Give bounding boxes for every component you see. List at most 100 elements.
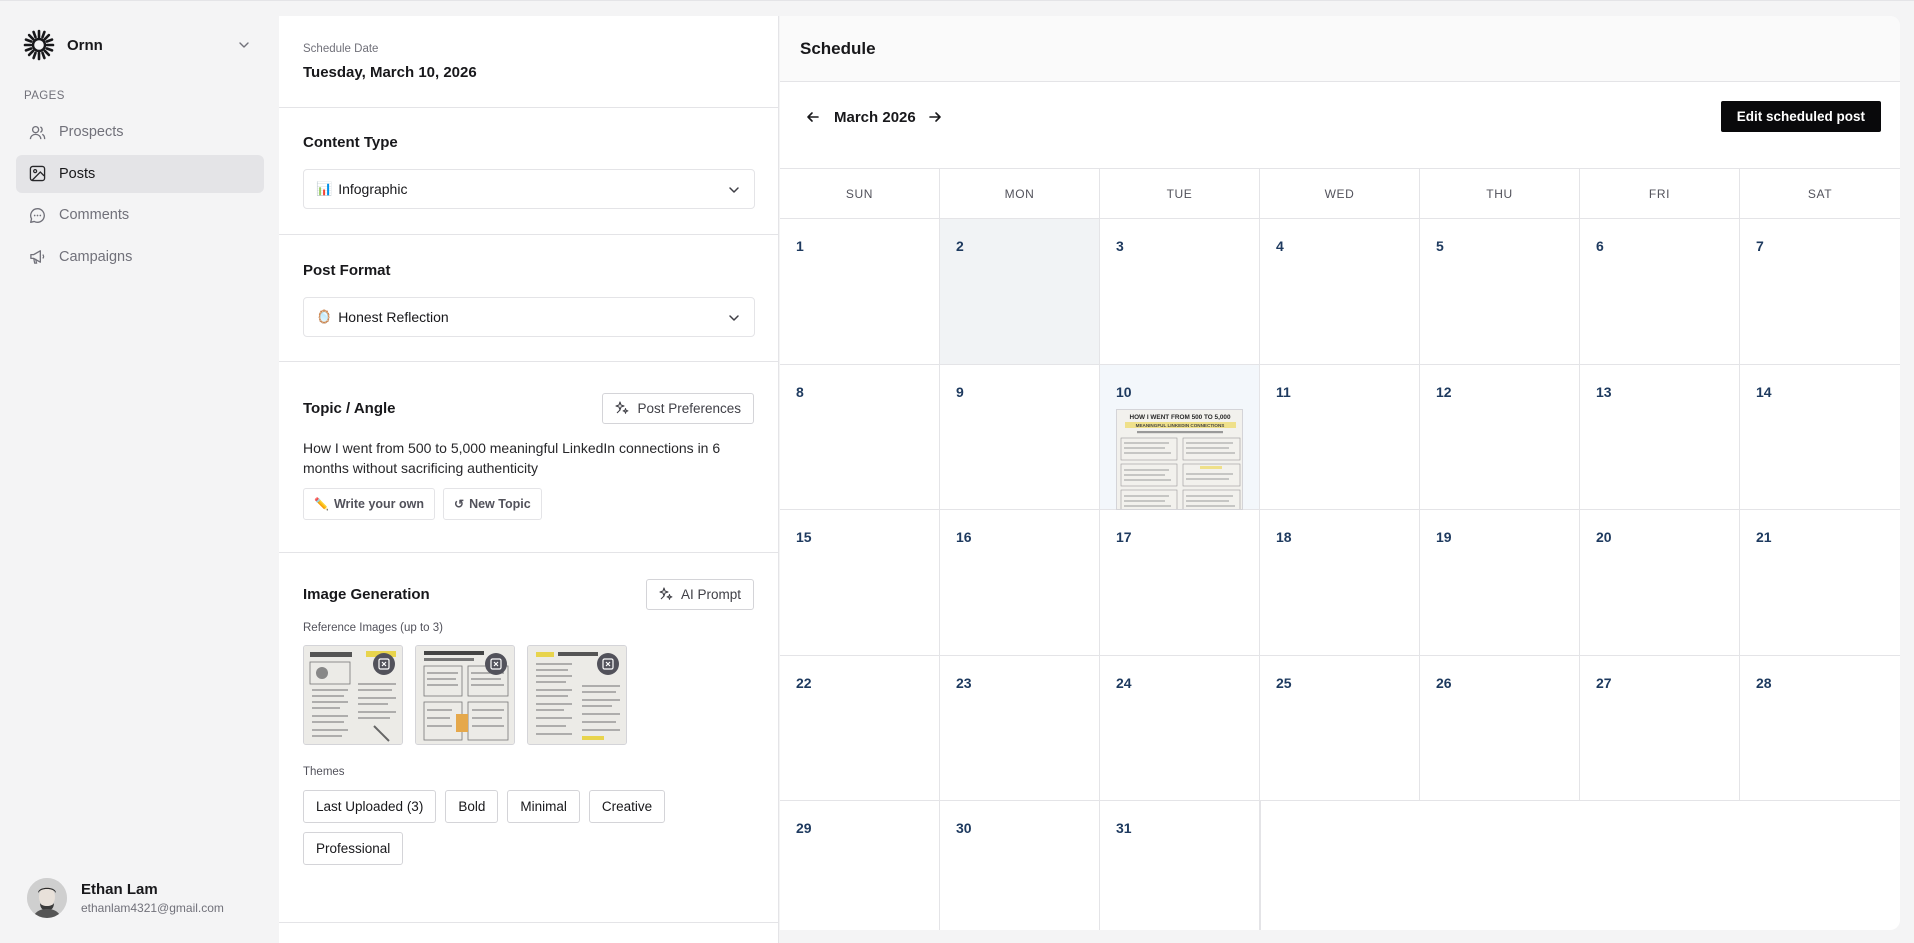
chevron-down-icon: [726, 310, 742, 326]
new-topic-button[interactable]: ↺ New Topic: [443, 488, 542, 520]
refresh-icon: ↺: [454, 497, 465, 511]
new-topic-label: New Topic: [469, 497, 531, 511]
post-preferences-button[interactable]: Post Preferences: [602, 392, 754, 424]
calendar-day[interactable]: 21: [1740, 510, 1900, 655]
post-format-title: Post Format: [303, 262, 391, 279]
content-type-title: Content Type: [303, 134, 398, 151]
user-profile[interactable]: Ethan Lam ethanlam4321@gmail.com: [27, 876, 267, 920]
sidebar-item-label: Comments: [59, 207, 130, 223]
sidebar-item-label: Campaigns: [59, 248, 133, 265]
calendar-toolbar: March 2026 Edit scheduled post: [780, 82, 1900, 168]
themes-label: Themes: [303, 766, 345, 778]
calendar-week: 15 16 17 18 19 20 21: [780, 510, 1900, 656]
calendar-day[interactable]: 19: [1420, 510, 1580, 655]
schedule-date-section: Schedule Date Tuesday, March 10, 2026: [279, 16, 778, 108]
calendar-day-highlighted[interactable]: 2: [940, 219, 1100, 364]
reference-image[interactable]: [303, 645, 403, 745]
window-top-border: [0, 0, 1914, 1]
calendar-day[interactable]: 3: [1100, 219, 1260, 364]
calendar-day[interactable]: 5: [1420, 219, 1580, 364]
weekday-label: FRI: [1580, 169, 1740, 218]
edit-scheduled-post-button[interactable]: Edit scheduled post: [1720, 101, 1881, 132]
calendar-week: 1 2 3 4 5 6 7: [780, 219, 1900, 365]
calendar-day[interactable]: 14: [1740, 365, 1900, 510]
sparkles-icon: [659, 587, 673, 601]
avatar: [27, 878, 67, 918]
post-format-section: Post Format 🪞 Honest Reflection: [279, 235, 778, 362]
calendar-day[interactable]: 24: [1100, 655, 1260, 800]
thumbnail-headline: HOW I WENT FROM 500 TO 5,000: [1129, 414, 1231, 421]
weekday-label: TUE: [1100, 169, 1260, 218]
weekday-label: THU: [1420, 169, 1580, 218]
calendar-day[interactable]: 25: [1260, 655, 1420, 800]
theme-chip[interactable]: Minimal: [507, 790, 580, 823]
calendar-day[interactable]: 30: [940, 801, 1100, 930]
scheduled-post-thumbnail[interactable]: HOW I WENT FROM 500 TO 5,000 MEANINGFUL …: [1116, 408, 1243, 510]
message-circle-icon: [28, 206, 46, 224]
post-format-value: Honest Reflection: [338, 309, 449, 325]
calendar-day[interactable]: 23: [940, 655, 1100, 800]
content-type-section: Content Type 📊 Infographic: [279, 108, 778, 235]
topic-section: Topic / Angle Post Preferences How I wen…: [279, 362, 778, 553]
arrow-left-icon[interactable]: [804, 108, 822, 126]
reference-image[interactable]: [415, 645, 515, 745]
calendar-day[interactable]: 11: [1260, 364, 1420, 509]
reference-images-list: [303, 645, 754, 745]
calendar-day[interactable]: 13: [1580, 364, 1740, 509]
write-your-own-button[interactable]: ✏️ Write your own: [303, 488, 436, 520]
topic-title: Topic / Angle: [303, 399, 396, 417]
calendar-day[interactable]: 26: [1420, 655, 1580, 800]
calendar-day[interactable]: 4: [1260, 219, 1420, 364]
image-generation-title: Image Generation: [303, 585, 430, 603]
post-format-select[interactable]: 🪞 Honest Reflection: [303, 297, 755, 337]
calendar-day[interactable]: 17: [1100, 510, 1260, 655]
calendar-day[interactable]: 8: [780, 364, 940, 509]
weekday-label: MON: [940, 169, 1100, 218]
calendar-day[interactable]: 16: [940, 510, 1100, 655]
calendar-day[interactable]: 9: [940, 364, 1100, 509]
remove-image-button[interactable]: [485, 653, 507, 675]
calendar-day-selected[interactable]: 10 HOW I WENT FROM 500 TO 5,000 MEANINGF…: [1100, 364, 1260, 510]
calendar-week: 22 23 24 25 26 27 28: [780, 655, 1900, 801]
workspace-switcher[interactable]: Ornn: [22, 28, 262, 62]
ai-prompt-button[interactable]: AI Prompt: [645, 578, 754, 610]
calendar-day[interactable]: 22: [780, 655, 940, 800]
megaphone-icon: [28, 248, 46, 266]
sidebar-item-prospects[interactable]: Prospects: [16, 113, 264, 151]
post-preferences-label: Post Preferences: [637, 400, 741, 416]
theme-chip[interactable]: Professional: [303, 832, 404, 865]
calendar-day[interactable]: 28: [1740, 656, 1900, 801]
calendar-day[interactable]: 18: [1260, 510, 1420, 655]
theme-chip[interactable]: Last Uploaded (3): [303, 790, 437, 823]
ai-prompt-label: AI Prompt: [680, 586, 741, 602]
calendar-day[interactable]: 7: [1740, 219, 1900, 364]
remove-image-button[interactable]: [373, 653, 395, 675]
calendar-day[interactable]: 20: [1580, 510, 1740, 655]
calendar-day[interactable]: 12: [1420, 364, 1580, 509]
schedule-date-value: Tuesday, March 10, 2026: [303, 64, 477, 81]
calendar-day[interactable]: 27: [1580, 655, 1740, 800]
reference-image[interactable]: [527, 645, 627, 745]
arrow-right-icon[interactable]: [926, 108, 944, 126]
nav-section-label: PAGES: [24, 90, 65, 102]
write-your-own-label: Write your own: [333, 497, 425, 511]
content-type-value: Infographic: [338, 181, 408, 197]
calendar-day[interactable]: 29: [780, 801, 940, 930]
content-type-select[interactable]: 📊 Infographic: [303, 169, 755, 209]
calendar-day[interactable]: 6: [1580, 219, 1740, 364]
mirror-icon: 🪞: [316, 309, 333, 324]
calendar-grid: SUN MON TUE WED THU FRI SAT 1 2 3 4 5 6 …: [780, 168, 1900, 930]
remove-image-button[interactable]: [597, 653, 619, 675]
sidebar-item-posts[interactable]: Posts: [16, 154, 264, 193]
user-icon: [28, 123, 46, 141]
theme-chip[interactable]: Bold: [445, 790, 499, 823]
sidebar-item-comments[interactable]: Comments: [16, 196, 264, 234]
sidebar-item-campaigns[interactable]: Campaigns: [16, 238, 264, 276]
sidebar-item-label: Prospects: [59, 124, 124, 140]
image-icon: [28, 165, 46, 183]
theme-chip[interactable]: Creative: [588, 790, 666, 823]
calendar-day[interactable]: 1: [780, 219, 940, 364]
month-label: March 2026: [834, 108, 916, 126]
calendar-day[interactable]: 15: [780, 510, 940, 655]
calendar-day[interactable]: 31: [1100, 801, 1260, 930]
